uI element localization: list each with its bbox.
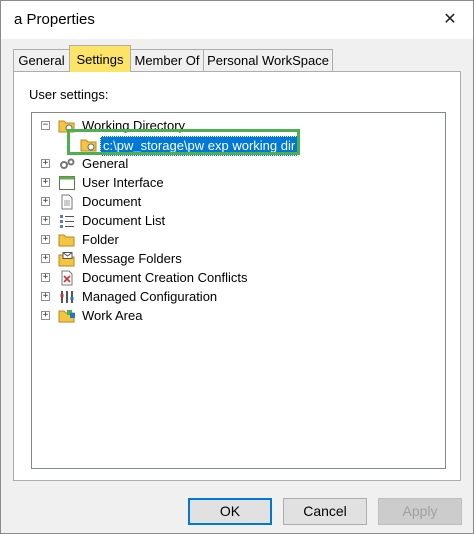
expand-icon[interactable]: + bbox=[41, 197, 50, 206]
tree-item-message-folders[interactable]: + Message Folders bbox=[32, 250, 332, 268]
tree-item-label: Folder bbox=[82, 232, 119, 247]
list-icon bbox=[58, 213, 76, 229]
tree-item-work-area[interactable]: + Work Area bbox=[32, 307, 332, 325]
expand-icon[interactable]: + bbox=[41, 216, 50, 225]
tree-item-label: Working Directory bbox=[82, 118, 186, 133]
tree-item-label: Document bbox=[82, 194, 142, 209]
tree-item-folder[interactable]: + Folder bbox=[32, 231, 332, 249]
folder-icon bbox=[58, 232, 76, 248]
expand-icon[interactable]: + bbox=[41, 311, 50, 320]
settings-tree[interactable]: − Working Directory c:\pw_storage\pw exp… bbox=[31, 112, 446, 469]
tab-member-of[interactable]: Member Of bbox=[130, 49, 204, 71]
window-icon bbox=[58, 175, 76, 191]
tab-personal-workspace[interactable]: Personal WorkSpace bbox=[203, 49, 333, 71]
tree-item-label: Document List bbox=[82, 213, 166, 228]
close-icon[interactable]: ✕ bbox=[435, 7, 465, 33]
expand-icon[interactable]: + bbox=[41, 235, 50, 244]
cancel-button[interactable]: Cancel bbox=[283, 498, 367, 525]
work-area-icon bbox=[58, 308, 76, 324]
expand-icon[interactable]: + bbox=[41, 178, 50, 187]
tools-icon bbox=[58, 289, 76, 305]
tree-item-label: Message Folders bbox=[82, 251, 182, 266]
message-folder-icon bbox=[58, 251, 76, 267]
expand-icon[interactable]: + bbox=[41, 273, 50, 282]
title-bar: a Properties ✕ bbox=[1, 1, 473, 39]
tree-item-working-dir-path[interactable]: c:\pw_storage\pw exp working dir bbox=[32, 136, 332, 156]
tree-item-label: Document Creation Conflicts bbox=[82, 270, 248, 285]
tab-settings[interactable]: Settings bbox=[69, 45, 131, 72]
expand-icon[interactable]: + bbox=[41, 292, 50, 301]
tree-item-label: General bbox=[82, 156, 129, 171]
gears-icon bbox=[58, 156, 76, 172]
ok-button[interactable]: OK bbox=[188, 498, 272, 525]
document-icon bbox=[58, 194, 76, 210]
selected-path-label: c:\pw_storage\pw exp working dir bbox=[100, 136, 299, 156]
collapse-icon[interactable]: − bbox=[41, 121, 50, 130]
window-title: a Properties bbox=[14, 11, 95, 28]
expand-icon[interactable]: + bbox=[41, 254, 50, 263]
tree-item-label: Work Area bbox=[82, 308, 143, 323]
tree-item-general[interactable]: + General bbox=[32, 155, 332, 173]
tree-item-label: Managed Configuration bbox=[82, 289, 218, 304]
tree-item-user-interface[interactable]: + User Interface bbox=[32, 174, 332, 192]
user-settings-label: User settings: bbox=[29, 87, 109, 102]
folder-gear-icon bbox=[80, 137, 98, 153]
tree-item-working-directory[interactable]: − Working Directory bbox=[32, 117, 332, 135]
tree-item-document-list[interactable]: + Document List bbox=[32, 212, 332, 230]
tree-item-document[interactable]: + Document bbox=[32, 193, 332, 211]
apply-button[interactable]: Apply bbox=[378, 498, 462, 525]
document-conflict-icon bbox=[58, 270, 76, 286]
tree-item-label: User Interface bbox=[82, 175, 164, 190]
tree-item-document-creation-conflicts[interactable]: + Document Creation Conflicts bbox=[32, 269, 332, 287]
tree-item-managed-configuration[interactable]: + Managed Configuration bbox=[32, 288, 332, 306]
settings-panel: User settings: − Working Directory c:\pw… bbox=[13, 71, 461, 481]
tab-general[interactable]: General bbox=[13, 49, 70, 71]
properties-dialog: a Properties ✕ General Settings Member O… bbox=[0, 0, 474, 534]
expand-icon[interactable]: + bbox=[41, 159, 50, 168]
folder-gear-icon bbox=[58, 118, 76, 134]
